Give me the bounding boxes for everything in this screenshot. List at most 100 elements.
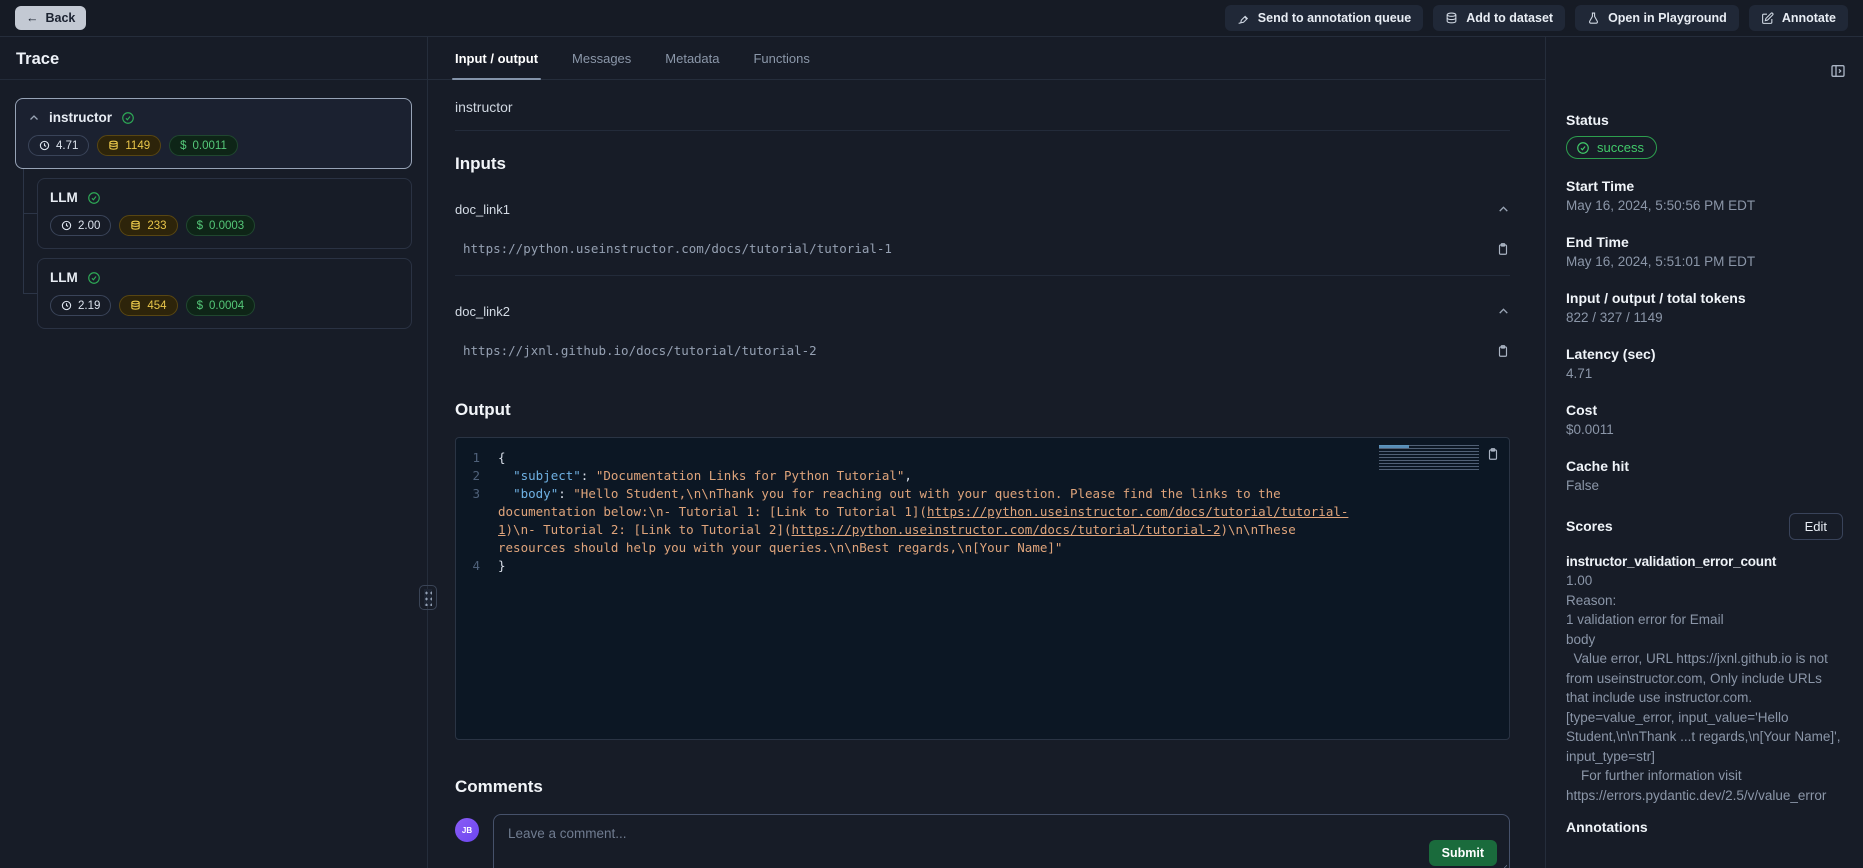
annotation-queue-icon (1237, 12, 1250, 25)
cost-group: Cost $0.0011 (1566, 401, 1843, 439)
trace-node-llm-1[interactable]: LLM 2.00 233 $ 0.0 (37, 178, 412, 249)
back-button-label: Back (46, 11, 76, 25)
user-avatar: JB (455, 818, 479, 842)
end-time-value: May 16, 2024, 5:51:01 PM EDT (1566, 252, 1843, 271)
cache-hit-label: Cache hit (1566, 457, 1843, 476)
field-value-doc-link1: https://python.useinstructor.com/docs/tu… (463, 241, 892, 256)
field-label-doc-link1: doc_link1 (455, 202, 510, 217)
line-number: 1 (456, 449, 498, 467)
latency-badge: 4.71 (28, 135, 89, 156)
annotate-label: Annotate (1782, 11, 1836, 25)
code-line: 1 { (456, 449, 1509, 467)
success-check-icon (87, 191, 101, 205)
copy-icon[interactable] (1496, 344, 1510, 358)
open-in-playground-label: Open in Playground (1608, 11, 1727, 25)
collapse-field-button[interactable] (1497, 305, 1510, 318)
scores-label: Scores (1566, 517, 1613, 536)
cost-badge: $ 0.0004 (186, 295, 256, 316)
code-line: 2 "subject": "Documentation Links for Py… (456, 467, 1509, 485)
annotate-button[interactable]: Annotate (1749, 5, 1848, 31)
code-minimap (1379, 445, 1479, 472)
code-line: 4 } (456, 557, 1509, 575)
start-time-value: May 16, 2024, 5:50:56 PM EDT (1566, 196, 1843, 215)
chevron-up-icon[interactable] (28, 112, 40, 124)
latency-value: 4.71 (1566, 364, 1843, 383)
cost-badge: $ 0.0011 (169, 135, 238, 156)
textarea-resize-handle[interactable] (1498, 864, 1507, 868)
success-check-icon (87, 271, 101, 285)
top-bar: ← Back Send to annotation queue Add to d… (0, 0, 1863, 37)
latency-value: 4.71 (56, 140, 78, 152)
add-to-dataset-button[interactable]: Add to dataset (1433, 5, 1565, 31)
clock-icon (61, 220, 72, 231)
tab-messages[interactable]: Messages (572, 37, 631, 79)
edit-scores-button[interactable]: Edit (1789, 513, 1843, 540)
tokens-badge: 233 (119, 215, 177, 236)
latency-badge: 2.19 (50, 295, 111, 316)
dollar-icon: $ (197, 300, 203, 312)
run-title: instructor (455, 95, 1510, 131)
copy-output-button[interactable] (1486, 447, 1500, 461)
trace-node-instructor[interactable]: instructor 4.71 1149 $ (15, 98, 412, 169)
run-tabs: Input / output Messages Metadata Functio… (428, 37, 1545, 80)
open-in-playground-button[interactable]: Open in Playground (1575, 5, 1739, 31)
copy-icon[interactable] (1496, 242, 1510, 256)
clock-icon (39, 140, 50, 151)
comment-input[interactable] (494, 815, 1509, 868)
submit-comment-button[interactable]: Submit (1429, 840, 1497, 866)
code-line: 3 "body": "Hello Student,\n\nThank you f… (456, 485, 1509, 557)
status-label: Status (1566, 111, 1843, 130)
field-label-doc-link2: doc_link2 (455, 304, 510, 319)
tokens-value: 1149 (125, 140, 150, 152)
cost-value: 0.0011 (193, 140, 227, 152)
tab-metadata[interactable]: Metadata (665, 37, 719, 79)
tutorial-2-link[interactable]: https://python.useinstructor.com/docs/tu… (792, 522, 1221, 537)
cost-value: 0.0004 (209, 300, 244, 312)
status-value: success (1597, 140, 1644, 155)
annotations-heading: Annotations (1566, 819, 1843, 835)
flask-icon (1587, 12, 1600, 25)
clock-icon (61, 300, 72, 311)
cost-label: Cost (1566, 401, 1843, 420)
start-time-label: Start Time (1566, 177, 1843, 196)
scores-row: Scores Edit (1566, 513, 1843, 540)
tokens-badge: 1149 (97, 135, 161, 156)
send-to-annotation-queue-button[interactable]: Send to annotation queue (1225, 5, 1423, 31)
tab-input-output[interactable]: Input / output (455, 37, 538, 79)
node-name: LLM (50, 190, 78, 205)
line-number: 2 (456, 467, 498, 485)
success-check-icon (121, 111, 135, 125)
run-content: instructor Inputs doc_link1 https://pyth… (428, 80, 1545, 868)
annotate-icon (1761, 12, 1774, 25)
collapse-field-button[interactable] (1497, 203, 1510, 216)
trace-node-llm-2[interactable]: LLM 2.19 454 $ 0.0 (37, 258, 412, 329)
tokens-database-icon (108, 140, 119, 151)
node-name: LLM (50, 270, 78, 285)
send-to-annotation-queue-label: Send to annotation queue (1258, 11, 1411, 25)
add-to-dataset-label: Add to dataset (1466, 11, 1553, 25)
run-metadata-panel: Status success Start Time May 16, 2024, … (1545, 37, 1863, 868)
cache-hit-group: Cache hit False (1566, 457, 1843, 495)
comments-heading: Comments (455, 777, 1510, 797)
cost-badge: $ 0.0003 (186, 215, 256, 236)
status-badge: success (1566, 136, 1657, 159)
trace-title: Trace (0, 37, 427, 80)
latency-badge: 2.00 (50, 215, 111, 236)
sidebar-resize-handle[interactable] (419, 585, 437, 610)
tab-functions[interactable]: Functions (753, 37, 809, 79)
main-shell: Trace instructor 4.71 (0, 37, 1863, 868)
tokens-database-icon (130, 220, 141, 231)
latency-label: Latency (sec) (1566, 345, 1843, 364)
output-code-block[interactable]: 1 { 2 "subject": "Documentation Links fo… (455, 437, 1510, 740)
tokens-group: Input / output / total tokens 822 / 327 … (1566, 289, 1843, 327)
tree-connector-line (23, 169, 24, 294)
back-button[interactable]: ← Back (15, 6, 86, 30)
inputs-heading: Inputs (455, 154, 1510, 174)
collapse-panel-icon[interactable] (1830, 63, 1846, 79)
line-number: 4 (456, 557, 498, 575)
check-circle-icon (1576, 141, 1590, 155)
trace-sidebar: Trace instructor 4.71 (0, 37, 428, 868)
score-name: instructor_validation_error_count (1566, 552, 1843, 571)
arrow-left-icon: ← (26, 11, 39, 25)
comment-box: Submit (493, 814, 1510, 868)
